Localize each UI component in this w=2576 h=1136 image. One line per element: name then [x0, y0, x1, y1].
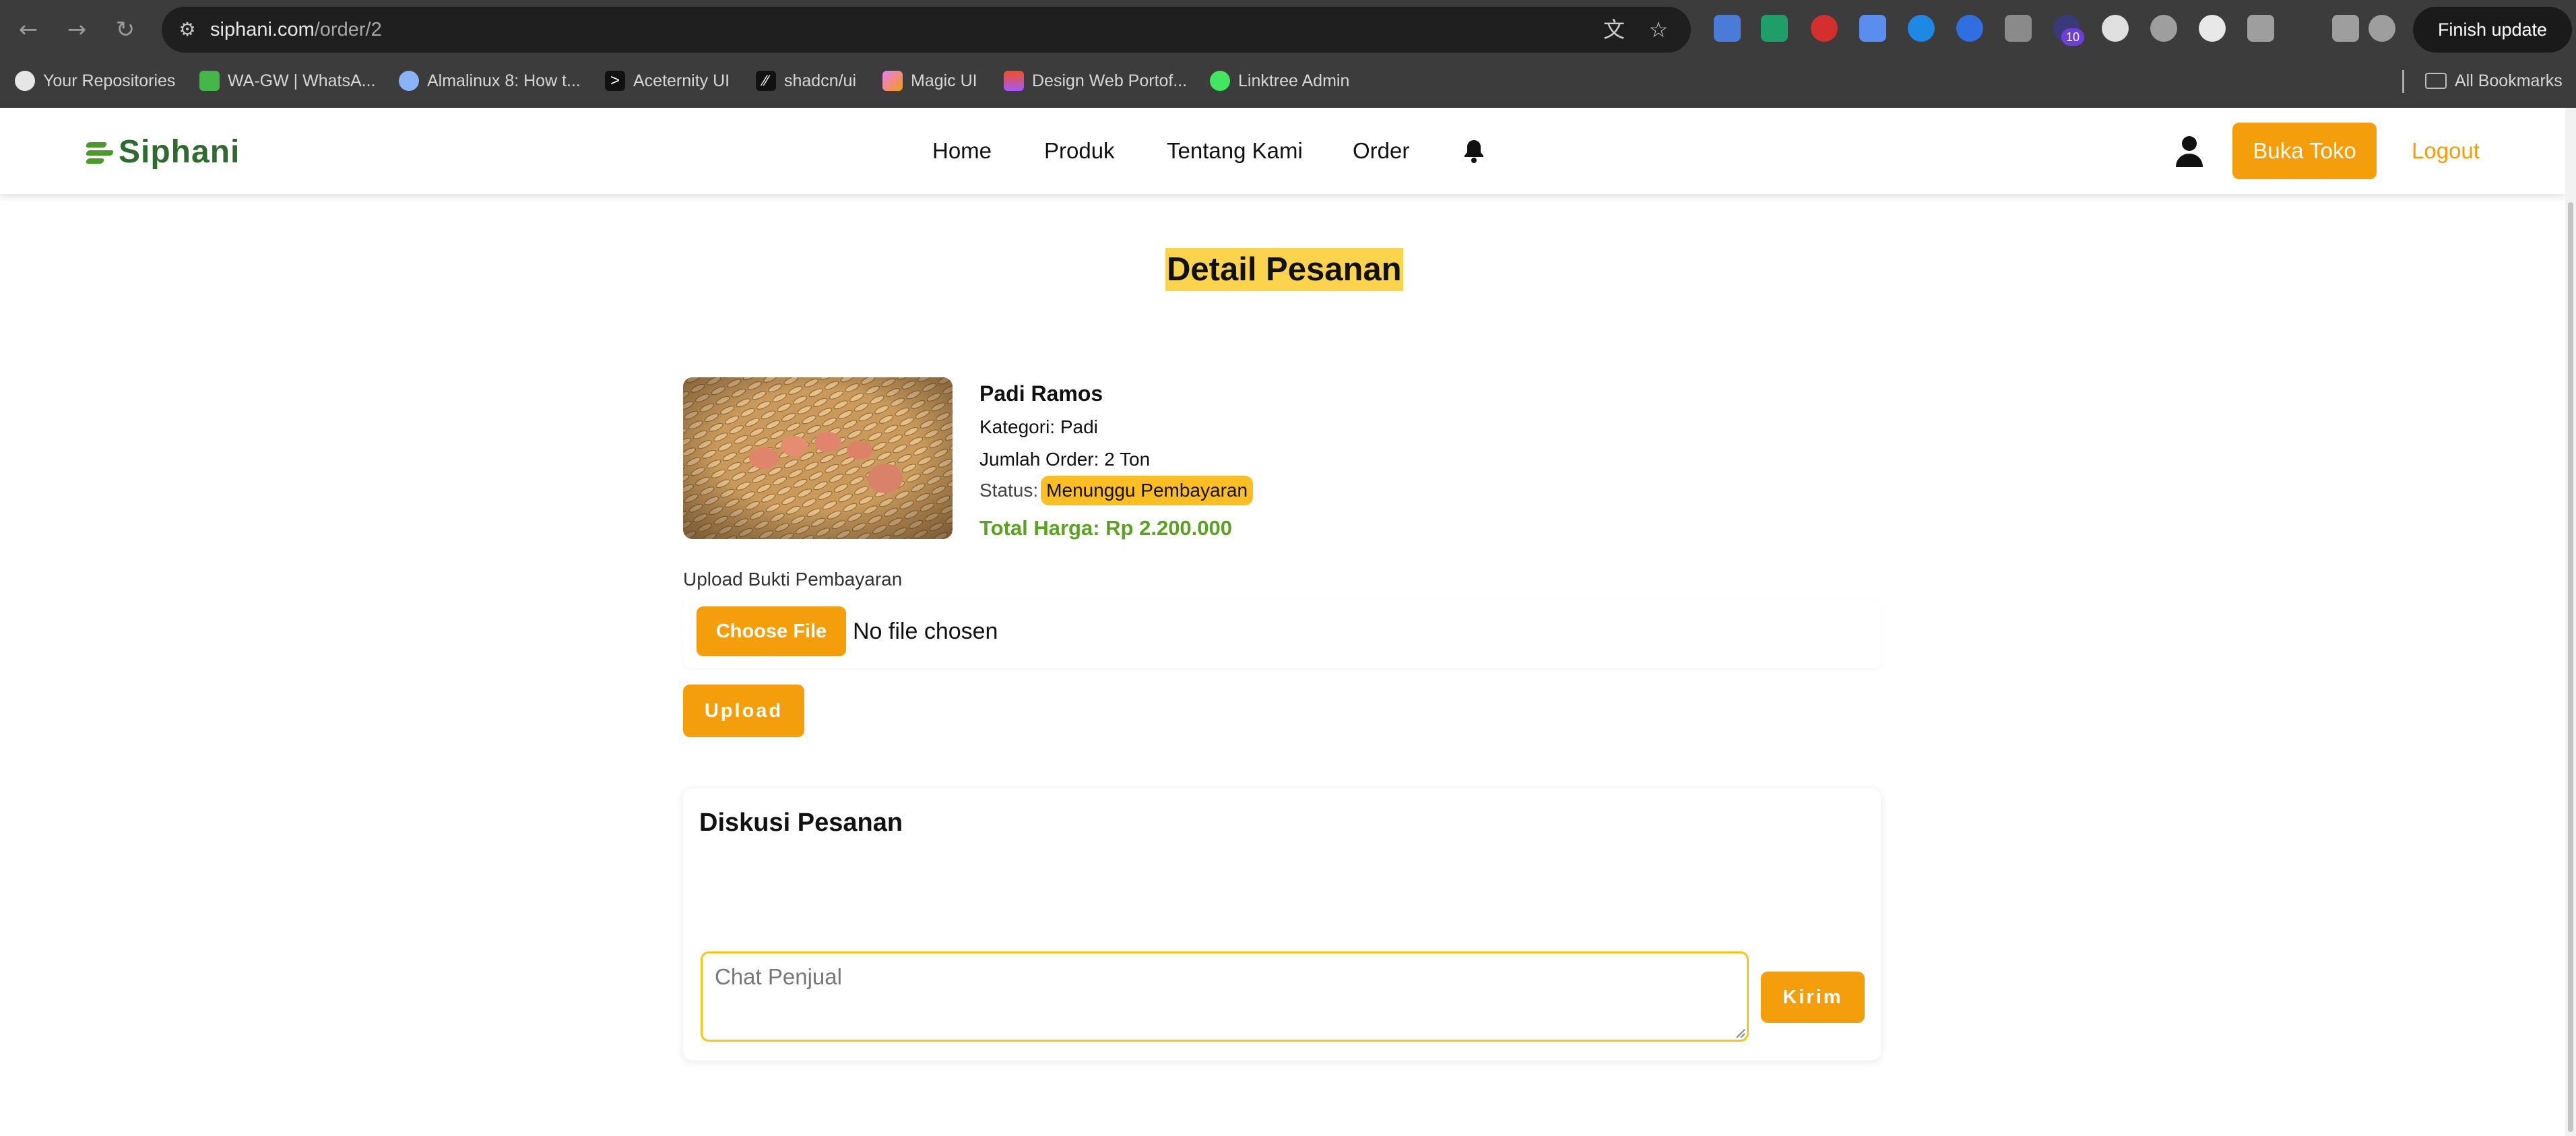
address-bar[interactable]: ⚙ siphani.com/order/2 文 ☆	[162, 7, 1691, 53]
profile-icon[interactable]	[2369, 15, 2395, 42]
bookmark-item[interactable]: WA-GW | WhatsA...	[199, 62, 375, 100]
shadcn-icon: ⁄⁄	[756, 71, 776, 91]
upload-button[interactable]: Upload	[683, 685, 804, 737]
nav-produk[interactable]: Produk	[1044, 108, 1115, 194]
extensions-puzzle-icon[interactable]	[2247, 15, 2274, 42]
file-status-text: No file chosen	[853, 619, 998, 644]
product-name: Padi Ramos	[979, 381, 1103, 406]
buka-toko-button[interactable]: Buka Toko	[2232, 123, 2377, 179]
extension-translate-icon[interactable]	[1714, 15, 1741, 42]
nav-home[interactable]: Home	[932, 108, 992, 194]
magic-ui-icon	[882, 71, 903, 91]
product-category: Kategori: Padi	[979, 416, 1098, 437]
order-status: Status: Menunggu Pembayaran	[979, 476, 1254, 505]
bookmark-item[interactable]: ⁄⁄ shadcn/ui	[756, 62, 856, 100]
extension-react-icon[interactable]	[1908, 15, 1935, 42]
extension-docs-icon[interactable]	[1859, 15, 1886, 42]
product-image	[683, 377, 953, 539]
user-account-icon[interactable]	[2175, 135, 2204, 167]
back-icon[interactable]: ←	[13, 15, 43, 44]
bookmark-star-icon[interactable]: ☆	[1644, 15, 1673, 44]
browser-toolbar: ← → ↻ ⚙ siphani.com/order/2 文 ☆ 10 Finis…	[0, 0, 2576, 59]
globe-icon	[399, 71, 419, 91]
order-quantity: Jumlah Order: 2 Ton	[979, 449, 1151, 470]
forward-icon[interactable]: →	[62, 15, 92, 44]
bookmark-item[interactable]: Linktree Admin	[1210, 62, 1349, 100]
linktree-icon	[1210, 71, 1230, 91]
all-bookmarks[interactable]: All Bookmarks	[2425, 62, 2563, 100]
folder-icon	[2425, 73, 2447, 89]
extension-w-icon[interactable]	[2102, 15, 2129, 42]
site-header: Siphani Home Produk Tentang Kami Order B…	[0, 108, 2565, 194]
resize-grip-icon[interactable]	[1734, 1027, 1746, 1039]
logo-leaf-icon	[85, 138, 115, 165]
status-badge: Menunggu Pembayaran	[1041, 476, 1254, 505]
discussion-title: Diskusi Pesanan	[699, 809, 903, 837]
page-title: Detail Pesanan	[1165, 248, 1403, 291]
translate-icon[interactable]: 文	[1599, 15, 1629, 44]
upload-proof-label: Upload Bukti Pembayaran	[683, 569, 903, 590]
site-settings-icon[interactable]: ⚙	[172, 15, 202, 44]
extension-stop-icon[interactable]	[1811, 15, 1838, 42]
whatsapp-gw-icon	[199, 71, 220, 91]
site-logo[interactable]: Siphani	[85, 133, 240, 170]
status-label: Status:	[979, 480, 1039, 501]
order-discussion-card: Diskusi Pesanan Kirim	[683, 788, 1881, 1061]
extension-c-icon[interactable]	[2199, 15, 2226, 42]
scrollbar-thumb[interactable]	[2568, 202, 2573, 1132]
extension-eyedropper-icon[interactable]	[2005, 15, 2032, 42]
figma-icon	[1004, 71, 1024, 91]
bookmark-item[interactable]: Design Web Portof...	[1004, 62, 1187, 100]
payment-proof-file-input[interactable]: Choose File No file chosen	[683, 600, 1881, 668]
logout-link[interactable]: Logout	[2412, 108, 2480, 194]
nav-order[interactable]: Order	[1353, 108, 1409, 194]
extension-tree-icon[interactable]	[1761, 15, 1788, 42]
github-icon	[15, 71, 35, 91]
browser-chrome: ← → ↻ ⚙ siphani.com/order/2 文 ☆ 10 Finis…	[0, 0, 2576, 108]
reading-list-icon[interactable]	[2332, 15, 2359, 42]
send-message-button[interactable]: Kirim	[1761, 972, 1865, 1023]
reload-icon[interactable]: ↻	[110, 15, 140, 44]
aceternity-icon: >	[605, 71, 625, 91]
bookmark-item[interactable]: > Aceternity UI	[605, 62, 730, 100]
bookmark-item[interactable]: Your Repositories	[15, 62, 175, 100]
bookmark-item[interactable]: Magic UI	[882, 62, 977, 100]
choose-file-button[interactable]: Choose File	[697, 606, 846, 656]
total-price: Total Harga: Rp 2.200.000	[979, 516, 1233, 540]
extension-orb-icon[interactable]	[1956, 15, 1983, 42]
finish-update-button[interactable]: Finish update	[2413, 7, 2572, 53]
chat-seller-textarea[interactable]	[701, 951, 1749, 1042]
extension-count-badge: 10	[2061, 28, 2084, 46]
nav-tentang-kami[interactable]: Tentang Kami	[1167, 108, 1303, 194]
url-text[interactable]: siphani.com/order/2	[210, 7, 382, 53]
extension-target-icon[interactable]	[2150, 15, 2177, 42]
bookmarks-bar: Your Repositories WA-GW | WhatsA... Alma…	[0, 62, 2576, 100]
bookmarks-divider	[2402, 70, 2404, 93]
bookmark-item[interactable]: Almalinux 8: How t...	[399, 62, 581, 100]
notification-bell-icon[interactable]	[1460, 137, 1487, 164]
logo-text: Siphani	[119, 133, 240, 170]
